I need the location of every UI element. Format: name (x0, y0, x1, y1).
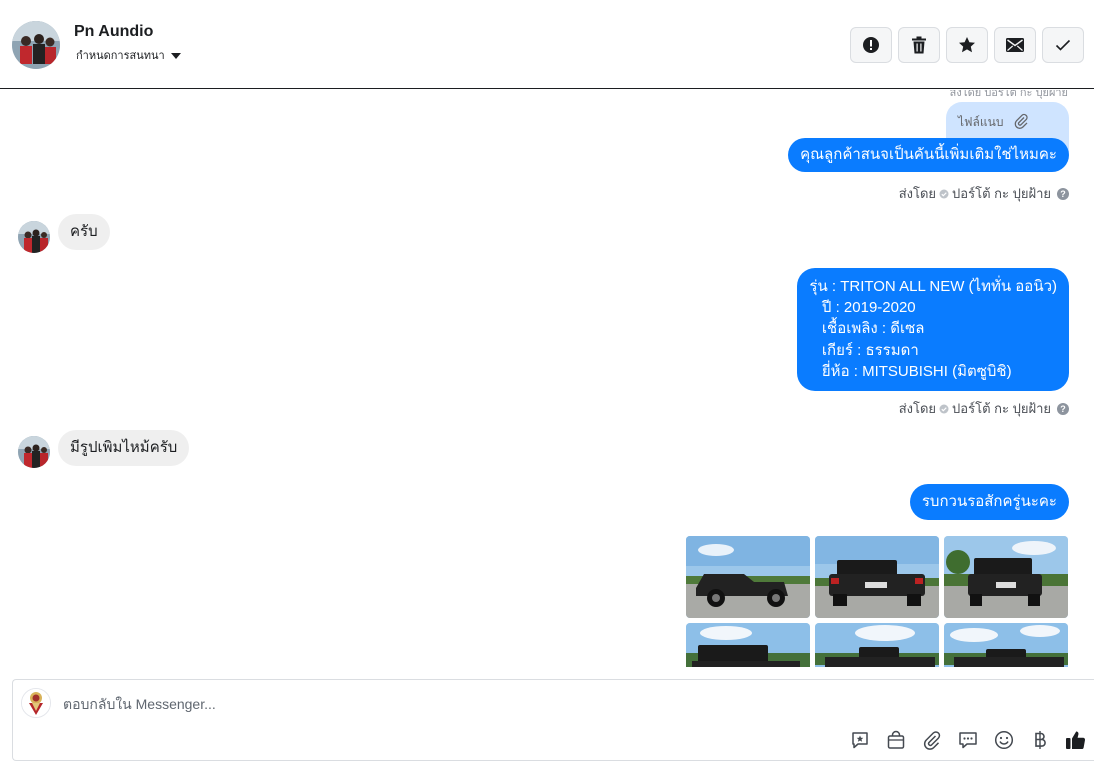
report-button[interactable] (850, 27, 892, 63)
exclamation-circle-icon (863, 37, 879, 53)
attach-button[interactable] (914, 726, 950, 754)
payment-button[interactable] (1022, 726, 1058, 754)
page-avatar (21, 688, 51, 718)
delete-button[interactable] (898, 27, 940, 63)
mark-done-button[interactable] (1042, 27, 1084, 63)
reply-composer (12, 679, 1094, 761)
assign-label: กำหนดการสนทนา (76, 50, 165, 62)
check-icon (1055, 39, 1071, 51)
spec-line: ปี : 2019-2020 (809, 299, 916, 317)
contact-name[interactable]: Pn Aundio (74, 23, 153, 41)
shop-button[interactable] (878, 726, 914, 754)
chat-bubbles-icon (959, 732, 977, 749)
verified-icon (939, 189, 949, 198)
car-photo[interactable] (686, 623, 810, 667)
envelope-icon (1006, 38, 1024, 52)
outgoing-message[interactable]: รบกวนรอสักครู่นะคะ (909, 484, 1069, 520)
sender-avatar[interactable] (18, 221, 50, 253)
baht-icon (1035, 731, 1046, 749)
car-photo[interactable] (944, 623, 1068, 667)
incoming-message[interactable]: มีรูปเพิมไหม้ครับ (58, 430, 190, 466)
saved-reply-icon (852, 732, 868, 749)
mark-unread-button[interactable] (994, 27, 1036, 63)
paperclip-icon (923, 731, 941, 750)
star-button[interactable] (946, 27, 988, 63)
trash-icon (912, 36, 926, 54)
star-icon (959, 37, 975, 53)
car-photo[interactable] (815, 536, 939, 618)
sender-avatar[interactable] (18, 436, 50, 468)
clipped-sent-by-text: ส่งโดย ปอร์โต้ กะ ปุยฝ้าย (949, 90, 1068, 99)
emoji-button[interactable] (986, 726, 1022, 754)
paperclip-icon (1015, 113, 1029, 129)
attachment-label: ไฟล์แนบ (958, 115, 1004, 129)
conversation-header: Pn Aundio กำหนดการสนทนา (0, 0, 1094, 89)
reply-input[interactable] (61, 692, 765, 716)
photo-attachments (686, 536, 1068, 667)
verified-icon (939, 404, 949, 413)
header-actions (850, 27, 1084, 63)
sender-name: ปอร์โต้ กะ ปุยฝ้าย (952, 186, 1051, 201)
composer-tools (842, 726, 1094, 754)
spec-line: รุ่น : TRITON ALL NEW (ไททั่น ออนิว) (809, 278, 1057, 295)
spec-line: เกียร์ : ธรรมดา (809, 341, 919, 359)
assign-conversation-dropdown[interactable]: กำหนดการสนทนา (76, 46, 181, 64)
spec-line: ยี่ห้อ : MITSUBISHI (มิตซูบิชิ) (809, 362, 1012, 380)
sender-name: ปอร์โต้ กะ ปุยฝ้าย (952, 401, 1051, 416)
sent-by-row: ส่งโดย ปอร์โต้ กะ ปุยฝ้าย ? (899, 183, 1069, 204)
outgoing-message-specs[interactable]: รุ่น : TRITON ALL NEW (ไททั่น ออนิว) ปี … (797, 268, 1069, 392)
help-icon[interactable]: ? (1057, 402, 1069, 415)
like-button[interactable] (1058, 726, 1094, 754)
incoming-message[interactable]: ครับ (58, 214, 110, 250)
outgoing-message[interactable]: คุณลูกค้าสนจเป็นคันนี้เพิ่มเติมใช่ไหมคะ (788, 138, 1069, 172)
quick-replies-button[interactable] (950, 726, 986, 754)
sent-by-label: ส่งโดย (898, 186, 937, 201)
car-photo[interactable] (944, 536, 1068, 618)
caret-down-icon (170, 52, 181, 59)
contact-avatar[interactable] (12, 21, 60, 69)
car-photo[interactable] (686, 536, 810, 618)
shop-bag-icon (887, 730, 905, 749)
saved-reply-button[interactable] (842, 726, 878, 754)
car-photo[interactable] (815, 623, 939, 667)
message-thread[interactable]: ส่งโดย ปอร์โต้ กะ ปุยฝ้าย ไฟล์แนบ คุณลูก… (0, 90, 1094, 667)
thumbs-up-icon (1066, 731, 1086, 749)
smiley-icon (994, 730, 1014, 750)
sent-by-label: ส่งโดย (898, 401, 937, 416)
spec-line: เชื้อเพลิง : ดีเซล (809, 320, 925, 338)
help-icon[interactable]: ? (1057, 187, 1069, 200)
sent-by-row: ส่งโดย ปอร์โต้ กะ ปุยฝ้าย ? (899, 398, 1069, 419)
